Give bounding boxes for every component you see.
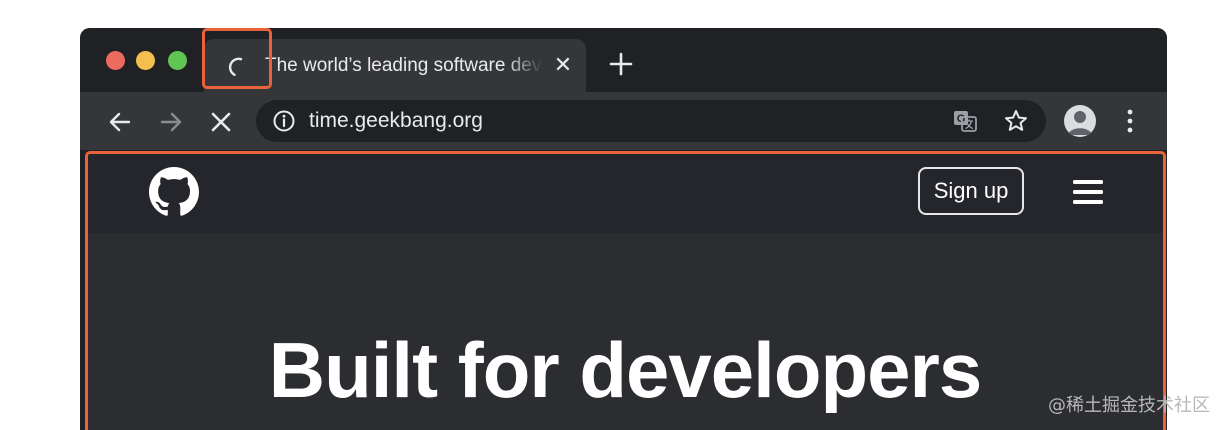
- hamburger-icon[interactable]: [1073, 179, 1103, 205]
- maximize-window-button[interactable]: [168, 51, 187, 70]
- arrow-left-icon[interactable]: [107, 109, 133, 135]
- avatar[interactable]: [1064, 105, 1096, 137]
- tab-close-icon[interactable]: ✕: [552, 54, 574, 76]
- close-icon[interactable]: [208, 109, 234, 135]
- browser-window: The world’s leading software development…: [80, 28, 1167, 430]
- info-icon[interactable]: [272, 109, 296, 133]
- watermark: @稀土掘金技术社区: [1048, 395, 1210, 416]
- arrow-right-icon[interactable]: [158, 109, 184, 135]
- address-bar[interactable]: time.geekbang.org G: [256, 100, 1046, 142]
- hero-title: Built for developers: [268, 326, 982, 414]
- tab-active[interactable]: The world’s leading software development…: [204, 39, 586, 92]
- close-window-button[interactable]: [106, 51, 125, 70]
- tab-title: The world’s leading software development…: [265, 55, 543, 76]
- star-icon[interactable]: [1003, 108, 1029, 134]
- sign-up-button[interactable]: Sign up: [918, 167, 1024, 215]
- profile-icon: [1068, 111, 1092, 135]
- plus-icon[interactable]: [608, 51, 634, 77]
- github-icon[interactable]: [149, 167, 199, 217]
- svg-text:G: G: [957, 113, 966, 125]
- loading-spinner-icon: [228, 57, 243, 76]
- browser-toolbar: time.geekbang.org G: [80, 92, 1167, 150]
- site-header: Sign up: [87, 153, 1163, 233]
- tab-strip: The world’s leading software development…: [80, 28, 1167, 92]
- minimize-window-button[interactable]: [136, 51, 155, 70]
- url-text[interactable]: time.geekbang.org: [309, 108, 483, 134]
- more-vertical-icon[interactable]: [1120, 107, 1140, 135]
- screenshot-stage: The world’s leading software development…: [0, 0, 1226, 430]
- translate-icon[interactable]: G: [952, 108, 978, 134]
- page-content: Sign up Built for developers: [87, 153, 1163, 430]
